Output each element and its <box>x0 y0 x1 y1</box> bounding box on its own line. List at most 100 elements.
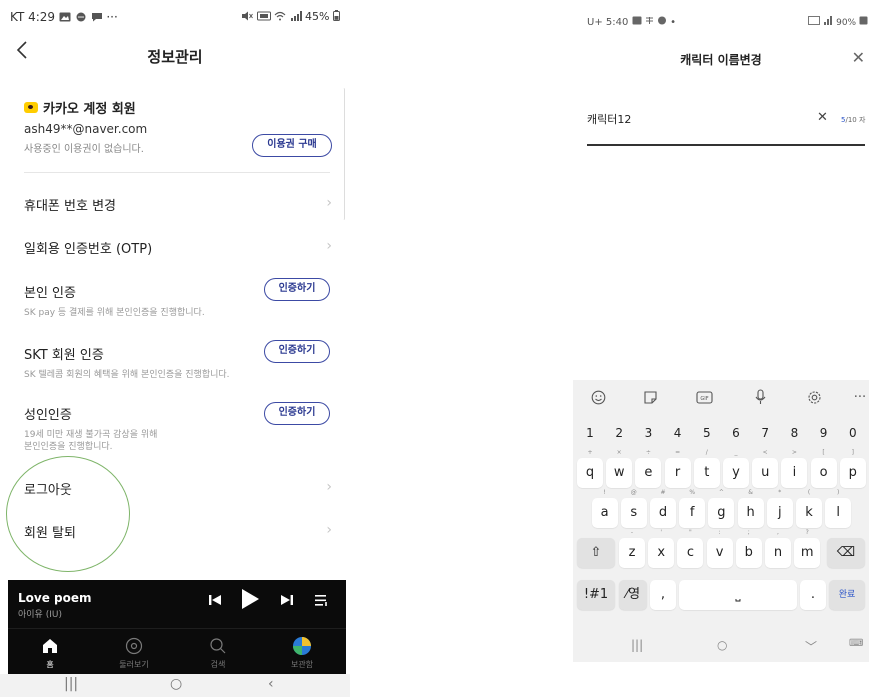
key-h[interactable]: & h <box>737 489 764 528</box>
playlist-icon[interactable] <box>314 590 330 614</box>
key-label: 8 <box>790 426 799 440</box>
symbols-key[interactable]: !#1 <box>577 580 615 610</box>
settings-icon[interactable] <box>803 388 825 406</box>
key-t[interactable]: / t <box>693 449 720 488</box>
key-l[interactable]: ) l <box>825 489 852 528</box>
menu-row-otp[interactable]: 일회용 인증번호 (OTP) › <box>24 238 334 258</box>
key-5[interactable]: 5 <box>694 418 720 448</box>
language-switch-key[interactable]: ⁄영 <box>619 580 647 610</box>
key-z[interactable]: -z <box>619 529 645 568</box>
verify-identity-button[interactable]: 인증하기 <box>264 278 330 301</box>
key-label: s <box>630 505 638 520</box>
key-x[interactable]: ' x <box>648 529 675 568</box>
track-artist: 아이유 (IU) <box>18 610 62 620</box>
key-3[interactable]: 3 <box>635 418 661 448</box>
microphone-icon[interactable] <box>749 388 771 406</box>
key-7[interactable]: 7 <box>752 418 778 448</box>
menu-row-description: SK pay 등 결제를 위해 본인인증을 진행합니다. <box>24 308 205 318</box>
play-icon[interactable] <box>240 587 260 615</box>
key-label: k <box>805 505 813 520</box>
key-label: a <box>600 505 609 520</box>
menu-row-phone-change[interactable]: 휴대폰 번호 변경 › <box>24 195 334 215</box>
key-y[interactable]: _ y <box>723 449 749 488</box>
back-button[interactable]: ‹ <box>268 676 274 692</box>
key-i[interactable]: > i <box>781 449 808 488</box>
period-key[interactable]: . <box>800 580 826 610</box>
key-hint: [ <box>822 449 825 456</box>
home-button[interactable]: ○ <box>717 638 727 652</box>
key-g[interactable]: ^ g <box>708 489 735 528</box>
page-header: 정보관리 <box>0 40 350 74</box>
key-q[interactable]: + q <box>577 449 603 488</box>
key-o[interactable]: [o <box>810 449 837 488</box>
chevron-right-icon: › <box>326 195 332 211</box>
key-e[interactable]: ÷ e <box>635 449 662 488</box>
key-p[interactable]: ] p <box>839 449 866 488</box>
verify-skt-button[interactable]: 인증하기 <box>264 340 330 363</box>
key-w[interactable]: × w <box>606 449 633 488</box>
chat-notification-icon <box>76 12 86 22</box>
key-a[interactable]: ! a <box>591 489 618 528</box>
key-label: g <box>717 505 726 520</box>
key-f[interactable]: % f <box>679 489 706 528</box>
key-s[interactable]: @ s <box>620 489 647 528</box>
home-button[interactable]: ○ <box>170 676 182 692</box>
scroll-indicator[interactable] <box>342 88 345 220</box>
clear-input-icon[interactable]: ✕ <box>817 110 828 125</box>
shift-key[interactable]: ⇧ <box>577 538 615 568</box>
more-icon[interactable]: ··· <box>849 388 869 406</box>
emoji-icon[interactable] <box>587 388 609 406</box>
key-hint: * <box>778 489 782 496</box>
recent-apps-button[interactable]: ||| <box>631 638 643 652</box>
wifi-icon <box>274 11 286 21</box>
next-track-icon[interactable] <box>280 590 294 614</box>
key-j[interactable]: * j <box>766 489 793 528</box>
key-label: m <box>800 545 814 560</box>
previous-track-icon[interactable] <box>208 590 222 614</box>
space-key[interactable]: ⎵ <box>679 580 797 610</box>
key-k[interactable]: (k <box>796 489 822 528</box>
key-4[interactable]: 4 <box>665 418 691 448</box>
key-2[interactable]: 2 <box>606 418 632 448</box>
tab-library[interactable]: 보관함 <box>260 629 344 670</box>
key-1[interactable]: 1 <box>577 418 603 448</box>
recent-apps-button[interactable]: ||| <box>64 676 78 692</box>
done-key[interactable]: 완료 <box>829 580 865 610</box>
key-b[interactable]: ; b <box>735 529 762 568</box>
key-label: !#1 <box>583 587 609 602</box>
hide-keyboard-button[interactable]: ﹀ <box>805 638 817 655</box>
key-hint: & <box>748 489 753 496</box>
mini-player[interactable]: Love poem 아이유 (IU) 홈 둘러보기 검색 보관함 <box>8 580 346 674</box>
backspace-key[interactable]: ⌫ <box>827 538 865 568</box>
key-9[interactable]: 9 <box>811 418 837 448</box>
tab-browse[interactable]: 둘러보기 <box>92 629 176 670</box>
battery-percent: 45% <box>305 10 330 23</box>
tab-search[interactable]: 검색 <box>176 629 260 670</box>
tab-home[interactable]: 홈 <box>8 629 92 670</box>
key-label: f <box>689 505 695 520</box>
close-icon[interactable]: ✕ <box>852 48 865 67</box>
gif-icon[interactable]: GIF <box>693 388 715 406</box>
key-c[interactable]: " c <box>677 529 704 568</box>
left-phone-screen: KT 4:29 ··· 45% 정보관리 카카오 계정 회원 ash49**@n… <box>0 0 350 697</box>
key-m[interactable]: ? m <box>794 529 821 568</box>
status-carrier-time: U+ 5:40 <box>587 17 629 28</box>
key-label: l <box>836 505 840 520</box>
key-r[interactable]: = r <box>664 449 691 488</box>
key-n[interactable]: ,n <box>765 529 791 568</box>
buy-subscription-button[interactable]: 이용권 구매 <box>252 134 332 157</box>
key-label: , <box>660 587 666 602</box>
keyboard-switch-icon[interactable]: ⌨ <box>849 638 863 649</box>
key-8[interactable]: 8 <box>781 418 807 448</box>
verify-adult-button[interactable]: 인증하기 <box>264 402 330 425</box>
key-v[interactable]: :v <box>706 529 733 568</box>
battery-percent: 90% <box>836 18 857 28</box>
key-u[interactable]: < u <box>752 449 779 488</box>
key-label: 1 <box>586 426 594 440</box>
key-d[interactable]: # d <box>650 489 676 528</box>
comma-key[interactable]: , <box>650 580 676 610</box>
key-6[interactable]: 6 <box>723 418 749 448</box>
character-name-input[interactable] <box>587 112 797 125</box>
sticker-icon[interactable] <box>639 388 661 406</box>
key-0[interactable]: 0 <box>840 418 866 448</box>
